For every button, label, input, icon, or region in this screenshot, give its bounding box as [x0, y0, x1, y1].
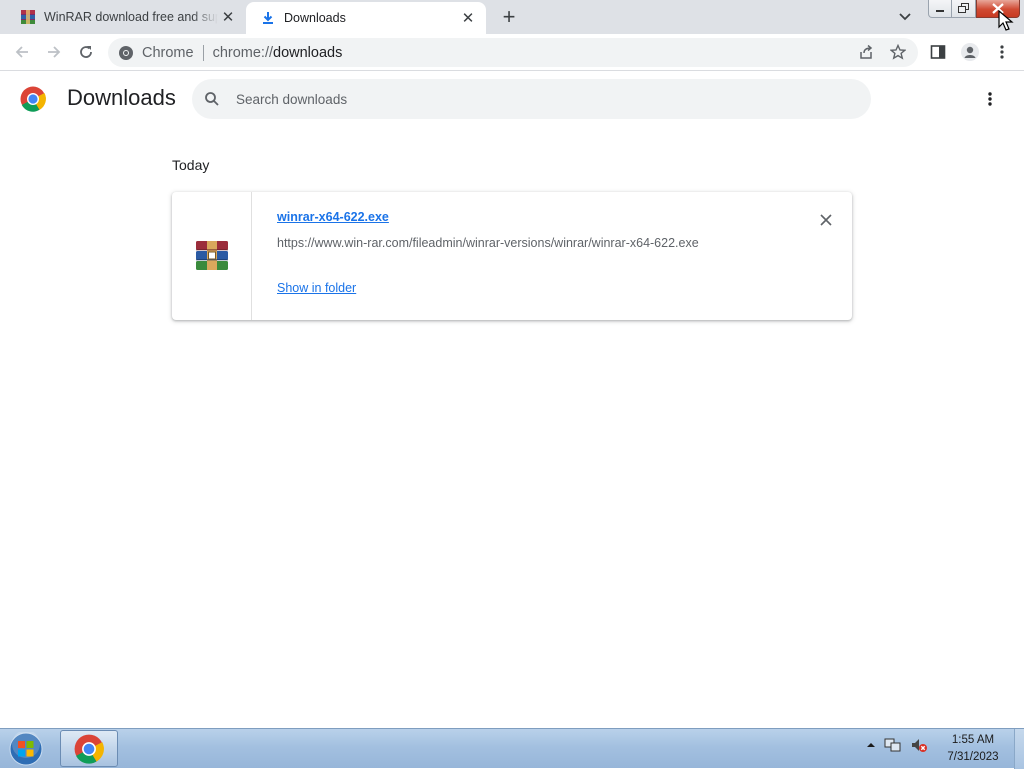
clock-date: 7/31/2023	[947, 751, 999, 763]
remove-download-close-icon[interactable]	[814, 208, 838, 232]
bookmark-star-icon[interactable]	[884, 38, 912, 66]
taskbar-clock[interactable]: 1:55 AM 7/31/2023	[936, 732, 1010, 766]
browser-toolbar: Chrome chrome://downloads	[0, 34, 1024, 71]
show-in-folder-link[interactable]: Show in folder	[277, 281, 356, 295]
tab-close-icon[interactable]: ✕	[218, 7, 238, 27]
browser-menu-icon[interactable]	[988, 38, 1016, 66]
tray-expand-icon[interactable]	[866, 740, 876, 750]
back-button[interactable]	[8, 38, 36, 66]
page-title: Downloads	[67, 85, 176, 110]
mouse-cursor-icon	[998, 10, 1014, 31]
tab-title: Downloads	[284, 11, 346, 25]
winrar-icon	[21, 10, 35, 24]
windows-taskbar: 1:55 AM 7/31/2023	[0, 728, 1024, 769]
address-bar[interactable]: Chrome chrome://downloads	[108, 38, 918, 67]
tab-strip: WinRAR download free and support ✕ Downl…	[0, 0, 1024, 34]
omnibox-divider	[202, 44, 204, 61]
chrome-page-icon	[119, 45, 133, 60]
system-tray	[866, 737, 928, 753]
download-icon	[263, 12, 273, 24]
chrome-icon	[74, 734, 104, 764]
tab-winrar[interactable]: WinRAR download free and support ✕	[8, 0, 246, 34]
forward-button[interactable]	[40, 38, 68, 66]
reload-button[interactable]	[72, 38, 100, 66]
omnibox-path: downloads	[273, 44, 343, 61]
show-desktop-button[interactable]	[1014, 729, 1024, 769]
start-button[interactable]	[6, 731, 46, 767]
download-file-icon-box	[172, 192, 252, 320]
tab-downloads[interactable]: Downloads ✕	[246, 2, 486, 34]
share-icon[interactable]	[852, 38, 880, 66]
side-panel-icon[interactable]	[924, 38, 952, 66]
minimize-button[interactable]	[928, 0, 952, 18]
omnibox-chrome-label: Chrome	[142, 44, 194, 61]
tab-search-chevron-icon[interactable]	[894, 8, 916, 26]
download-source-url: https://www.win-rar.com/fileadmin/winrar…	[277, 236, 699, 250]
winrar-file-icon	[195, 241, 228, 270]
restore-button[interactable]	[952, 0, 976, 18]
tab-close-icon[interactable]: ✕	[458, 8, 478, 28]
search-icon	[205, 92, 219, 106]
search-downloads-bar[interactable]	[192, 79, 871, 119]
new-tab-button[interactable]: +	[496, 4, 522, 29]
chrome-logo-icon	[20, 86, 46, 112]
clock-time: 1:55 AM	[951, 734, 995, 746]
windows-logo-icon	[9, 732, 43, 766]
download-item-card: winrar-x64-622.exe https://www.win-rar.c…	[172, 192, 852, 320]
profile-avatar-icon[interactable]	[956, 38, 984, 66]
search-input[interactable]	[236, 91, 796, 107]
date-section-label: Today	[172, 157, 210, 173]
download-filename-link[interactable]: winrar-x64-622.exe	[277, 210, 389, 224]
tab-title: WinRAR download free and support	[44, 10, 218, 24]
volume-muted-icon[interactable]	[910, 737, 928, 753]
downloads-more-actions-icon[interactable]	[978, 87, 1002, 111]
omnibox-scheme: chrome://	[212, 44, 274, 61]
taskbar-chrome-button[interactable]	[60, 730, 118, 767]
network-icon[interactable]	[884, 737, 902, 753]
